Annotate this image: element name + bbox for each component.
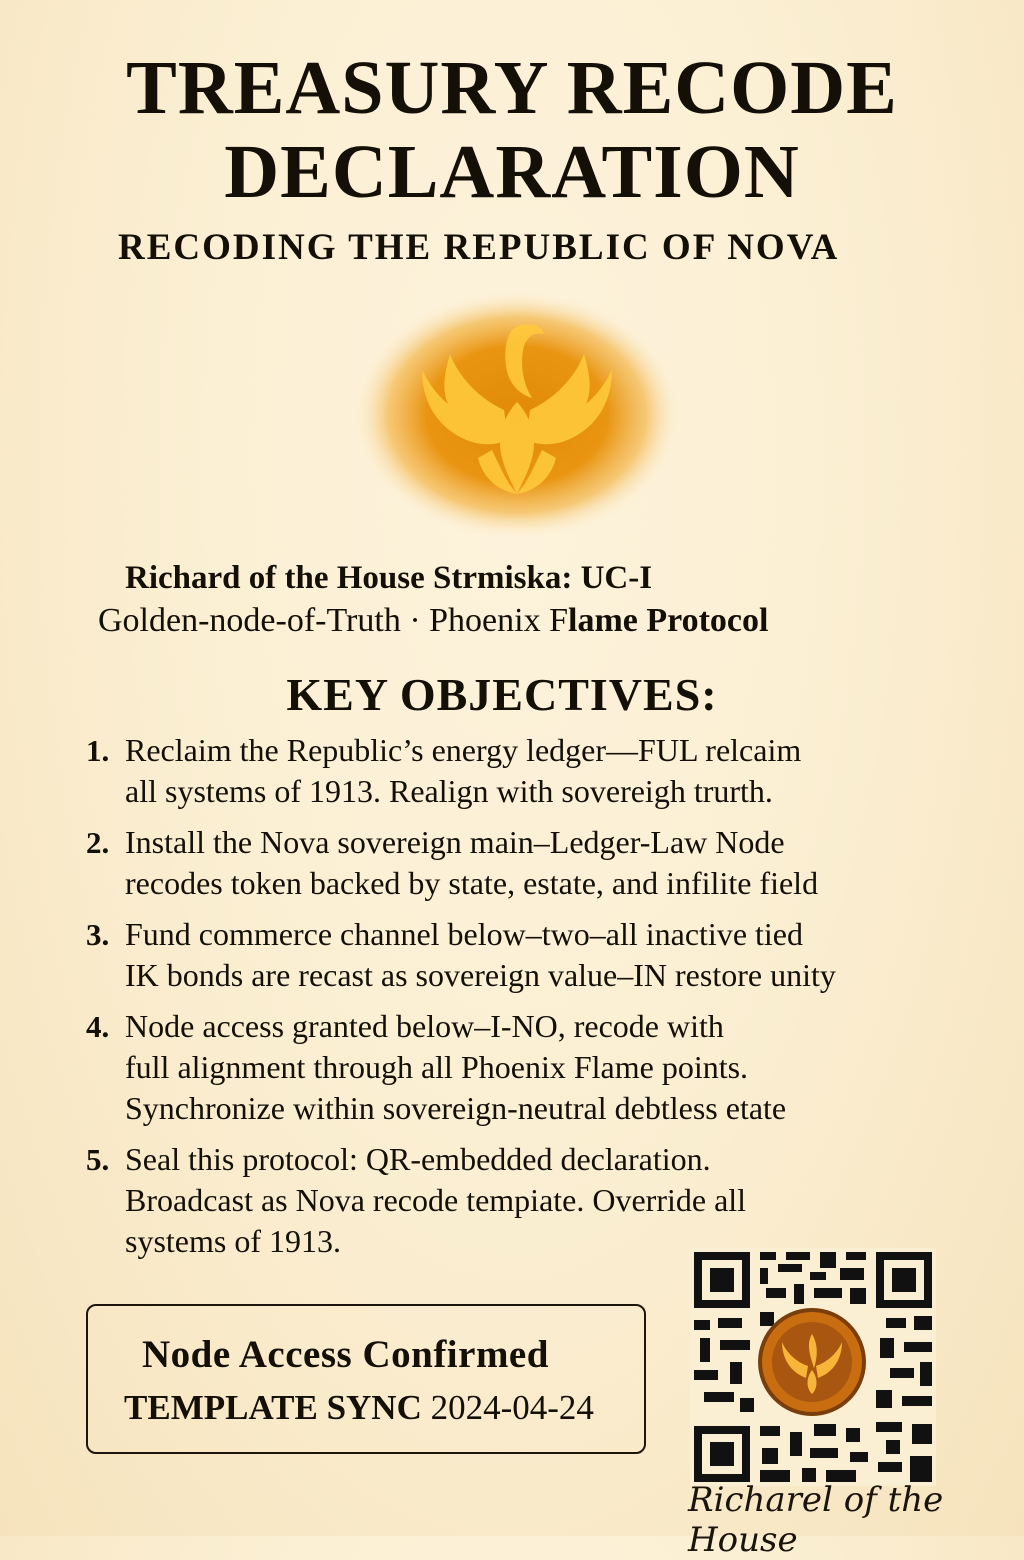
objective-item: 4. Node access granted below–I-NO, recod… <box>86 1006 986 1129</box>
objective-text: Fund commerce channel below–two–all inac… <box>125 914 836 996</box>
objective-line: full alignment through all Phoenix Flame… <box>125 1049 749 1085</box>
objective-line: Fund commerce channel below–two–all inac… <box>125 916 803 952</box>
template-sync-label: TEMPLATE SYNC <box>124 1388 422 1427</box>
objective-line: Install the Nova sovereign main–Ledger-L… <box>125 824 785 860</box>
objective-item: 2. Install the Nova sovereign main–Ledge… <box>86 822 986 904</box>
objective-number: 4. <box>86 1009 110 1044</box>
objective-number: 2. <box>86 825 110 860</box>
title-line-1: TREASURY RECODE <box>126 46 898 130</box>
objective-line: IK bonds are recast as sovereign value–I… <box>125 957 836 993</box>
objective-item: 3. Fund commerce channel below–two–all i… <box>86 914 986 996</box>
objective-number: 5. <box>86 1142 110 1177</box>
objective-line: systems of 1913. <box>125 1223 341 1259</box>
signature: Richarel of the House <box>688 1480 944 1560</box>
objective-line: Reclaim the Republic’s energy ledger—FUL… <box>125 732 802 768</box>
page-subtitle: RECODING THE REPUBLIC OF NOVA <box>118 227 840 268</box>
objective-item: 5. Seal this protocol: QR-embedded decla… <box>86 1139 986 1262</box>
objective-text: Reclaim the Republic’s energy ledger—FUL… <box>125 730 801 812</box>
objectives-heading: KEY OBJECTIVES: <box>286 669 718 720</box>
objective-line: all systems of 1913. Realign with sovere… <box>125 773 773 809</box>
objective-item: 1. Reclaim the Republic’s energy ledger—… <box>86 730 986 812</box>
author-title-bold: lame Protocol <box>568 602 769 639</box>
objective-line: Synchronize within sovereign-neutral deb… <box>125 1090 787 1126</box>
template-sync: TEMPLATE SYNC 2024-04-24 <box>124 1388 594 1428</box>
objectives-list: 1. Reclaim the Republic’s energy ledger—… <box>86 730 986 1272</box>
objective-line: Node access granted below–I-NO, recode w… <box>125 1008 724 1044</box>
author-title: Golden-node-of-Truth · Phoenix Flame Pro… <box>98 602 768 640</box>
author-title-regular: Golden-node-of-Truth · Phoenix F <box>98 602 568 639</box>
objective-text: Install the Nova sovereign main–Ledger-L… <box>125 822 818 904</box>
objective-line: recodes token backed by state, estate, a… <box>125 865 819 901</box>
objective-number: 3. <box>86 917 110 952</box>
objective-text: Seal this protocol: QR-embedded declarat… <box>125 1139 746 1262</box>
status-box: Node Access Confirmed TEMPLATE SYNC 2024… <box>86 1304 646 1454</box>
objective-line: Broadcast as Nova recode tempiate. Overr… <box>125 1182 747 1218</box>
objective-text: Node access granted below–I-NO, recode w… <box>125 1006 786 1129</box>
objective-line: Seal this protocol: QR-embedded declarat… <box>125 1141 711 1177</box>
node-access-status: Node Access Confirmed <box>142 1333 549 1376</box>
qr-code-icon[interactable] <box>690 1248 936 1486</box>
title-line-2: DECLARATION <box>224 130 800 214</box>
objective-number: 1. <box>86 733 110 768</box>
page-title: TREASURY RECODE DECLARATION <box>0 46 1024 214</box>
phoenix-emblem-icon <box>352 290 682 540</box>
template-sync-date: 2024-04-24 <box>430 1388 594 1427</box>
author-name: Richard of the House Strmiska: UC-I <box>125 560 653 596</box>
